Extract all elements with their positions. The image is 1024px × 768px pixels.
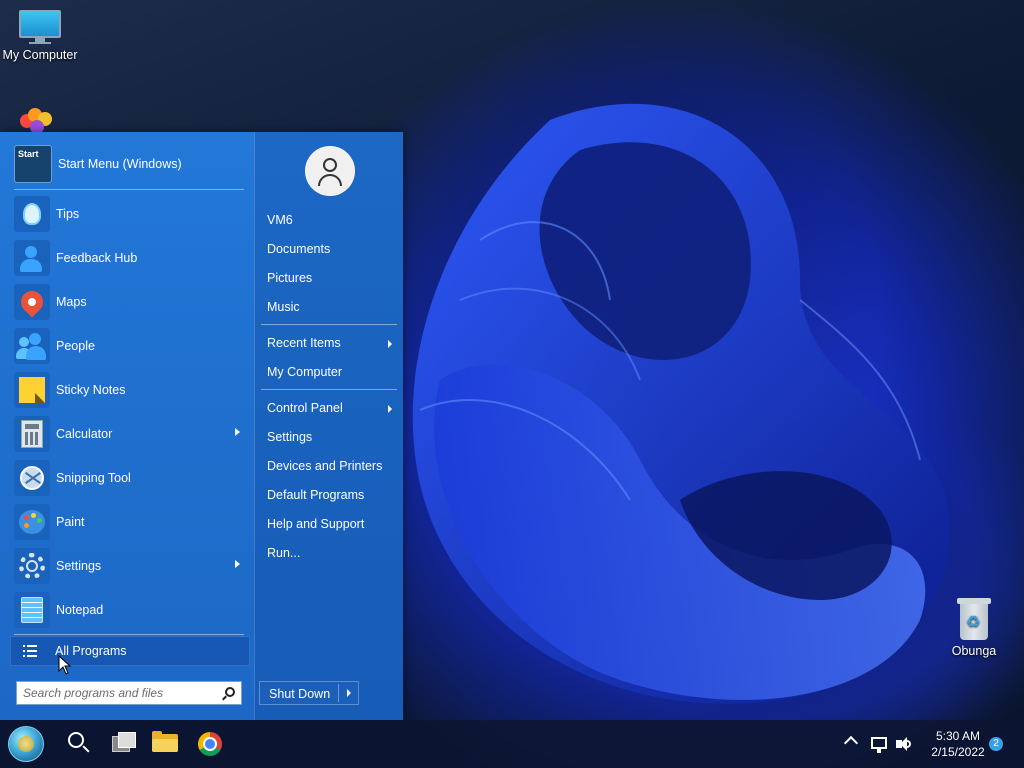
map-pin-icon — [14, 284, 50, 320]
search-icon[interactable] — [225, 687, 235, 697]
app-snipping-tool[interactable]: Snipping Tool — [10, 456, 246, 500]
place-user-folder[interactable]: VM6 — [267, 213, 293, 227]
place-run[interactable]: Run... — [267, 546, 300, 560]
sticky-note-icon — [14, 372, 50, 408]
notification-badge[interactable]: 2 — [989, 737, 1003, 751]
app-label: Paint — [56, 515, 85, 529]
palette-icon — [14, 504, 50, 540]
all-programs-button[interactable]: All Programs — [10, 636, 250, 666]
app-maps[interactable]: Maps — [10, 280, 246, 324]
shutdown-divider — [338, 684, 339, 702]
task-view-icon[interactable] — [108, 728, 140, 760]
list-icon — [23, 645, 37, 657]
place-documents[interactable]: Documents — [267, 242, 330, 256]
taskbar-search-icon[interactable] — [64, 728, 96, 760]
desktop-icon-label: My Computer — [2, 48, 78, 62]
taskbar-clock[interactable]: 5:30 AM 2/15/2022 — [920, 728, 996, 760]
app-sticky-notes[interactable]: Sticky Notes — [10, 368, 246, 412]
app-label: Feedback Hub — [56, 251, 138, 265]
app-label: People — [56, 339, 95, 353]
submenu-arrow-icon — [388, 405, 392, 413]
network-icon[interactable] — [871, 737, 887, 753]
app-settings[interactable]: Settings — [10, 544, 246, 588]
lightbulb-icon — [14, 196, 50, 232]
chrome-icon[interactable] — [194, 728, 226, 760]
recycle-bin-icon: ♻ — [957, 598, 991, 640]
place-music[interactable]: Music — [267, 300, 300, 314]
place-settings[interactable]: Settings — [267, 430, 312, 444]
notepad-icon — [14, 592, 50, 628]
people-icon — [14, 328, 50, 364]
start-menu: Start Start Menu (Windows) Tips Feedback… — [0, 132, 404, 720]
app-paint[interactable]: Paint — [10, 500, 246, 544]
app-label: Start Menu (Windows) — [58, 157, 182, 171]
volume-icon[interactable] — [896, 736, 914, 752]
separator — [261, 324, 397, 325]
shutdown-label: Shut Down — [269, 687, 331, 701]
file-explorer-icon[interactable] — [150, 728, 182, 760]
place-default-programs[interactable]: Default Programs — [267, 488, 364, 502]
submenu-arrow-icon — [235, 560, 240, 568]
place-help-support[interactable]: Help and Support — [267, 517, 364, 531]
shutdown-button[interactable]: Shut Down — [259, 681, 359, 705]
search-input[interactable] — [21, 682, 215, 704]
place-devices-printers[interactable]: Devices and Printers — [267, 459, 382, 473]
start-menu-places: VM6 Documents Pictures Music Recent Item… — [254, 132, 404, 720]
app-people[interactable]: People — [10, 324, 246, 368]
scissors-icon — [14, 460, 50, 496]
app-start-menu-windows[interactable]: Start Start Menu (Windows) — [10, 142, 246, 186]
separator — [14, 189, 244, 190]
clock-date: 2/15/2022 — [931, 745, 985, 759]
app-label: Calculator — [56, 427, 113, 441]
photos-app-icon[interactable] — [18, 108, 58, 132]
shutdown-options-arrow-icon[interactable] — [347, 689, 351, 697]
place-recent-items[interactable]: Recent Items — [267, 336, 341, 350]
app-feedback-hub[interactable]: Feedback Hub — [10, 236, 246, 280]
app-notepad[interactable]: Notepad — [10, 588, 246, 632]
desktop-icon-label: Obunga — [951, 644, 997, 658]
app-label: Maps — [56, 295, 87, 309]
place-control-panel[interactable]: Control Panel — [267, 401, 343, 415]
desktop-icon-recycle-bin[interactable]: ♻ Obunga — [934, 598, 1014, 658]
search-programs-box[interactable] — [16, 681, 242, 705]
app-label: Notepad — [56, 603, 104, 617]
start-menu-app-icon: Start — [14, 145, 52, 183]
app-tips[interactable]: Tips — [10, 192, 246, 236]
separator — [261, 389, 397, 390]
app-label: Settings — [56, 559, 102, 573]
place-pictures[interactable]: Pictures — [267, 271, 312, 285]
app-label: Tips — [56, 207, 80, 221]
submenu-arrow-icon — [235, 428, 240, 436]
place-my-computer[interactable]: My Computer — [267, 365, 342, 379]
clock-time: 5:30 AM — [935, 729, 981, 743]
submenu-arrow-icon — [388, 340, 392, 348]
start-menu-icon-text: Start — [18, 149, 39, 159]
start-orb-button[interactable] — [8, 726, 44, 762]
app-calculator[interactable]: Calculator — [10, 412, 246, 456]
separator — [14, 634, 244, 635]
app-label: Sticky Notes — [56, 383, 126, 397]
monitor-icon — [19, 10, 61, 44]
feedback-person-icon — [14, 240, 50, 276]
calculator-icon — [14, 416, 50, 452]
app-label: Snipping Tool — [56, 471, 131, 485]
desktop-icon-my-computer[interactable]: My Computer — [0, 10, 80, 62]
gear-icon — [14, 548, 50, 584]
start-menu-programs: Start Start Menu (Windows) Tips Feedback… — [0, 132, 254, 720]
wallpaper-bloom — [412, 103, 951, 704]
user-avatar[interactable] — [305, 146, 355, 196]
mouse-cursor-icon — [58, 655, 72, 675]
